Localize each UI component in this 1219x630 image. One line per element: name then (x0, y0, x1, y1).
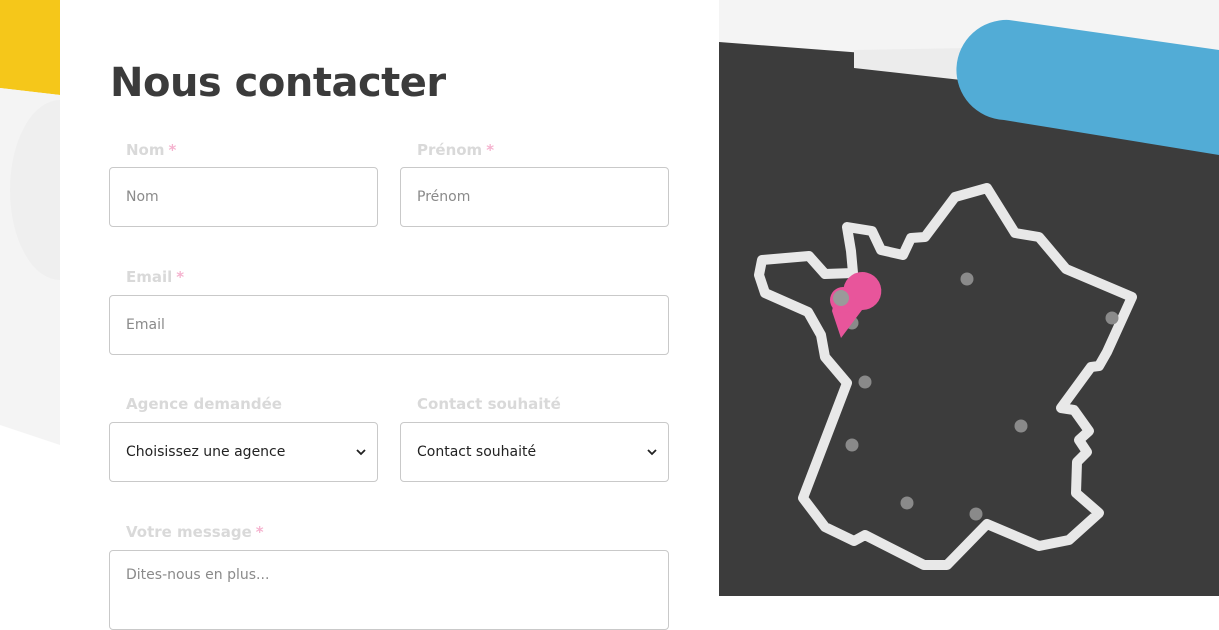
map-panel (719, 0, 1219, 596)
city-dot (900, 496, 914, 510)
contact-label: Contact souhaité (417, 395, 561, 413)
city-dot (969, 507, 983, 521)
city-dot (960, 272, 974, 286)
required-mark: * (176, 268, 185, 286)
map-illustration (719, 0, 1219, 570)
message-label: Votre message * (126, 523, 264, 541)
nom-label-text: Nom (126, 141, 165, 159)
nom-input[interactable] (109, 167, 378, 227)
nom-label: Nom * (126, 141, 176, 159)
contact-select-value: Contact souhaité (417, 444, 537, 460)
prenom-label: Prénom * (417, 141, 494, 159)
france-map-icon (754, 183, 1137, 570)
contact-label-text: Contact souhaité (417, 395, 561, 413)
prenom-input[interactable] (400, 167, 669, 227)
message-textarea[interactable] (109, 550, 669, 630)
message-label-text: Votre message (126, 523, 252, 541)
required-mark: * (168, 141, 177, 159)
page-title: Nous contacter (110, 60, 446, 106)
agence-label-text: Agence demandée (126, 395, 282, 413)
city-dot (1014, 419, 1028, 433)
email-input[interactable] (109, 295, 669, 355)
agence-label: Agence demandée (126, 395, 282, 413)
city-dot (858, 375, 872, 389)
email-label: Email * (126, 268, 184, 286)
contact-select[interactable]: Contact souhaité (400, 422, 669, 482)
required-mark: * (486, 141, 495, 159)
city-dot (1105, 311, 1119, 325)
agence-select[interactable]: Choisissez une agence (109, 422, 378, 482)
chevron-down-icon (356, 449, 366, 456)
chevron-down-icon (647, 449, 657, 456)
required-mark: * (255, 523, 264, 541)
agence-select-value: Choisissez une agence (126, 444, 286, 460)
email-label-text: Email (126, 268, 173, 286)
city-dot (845, 438, 859, 452)
prenom-label-text: Prénom (417, 141, 483, 159)
